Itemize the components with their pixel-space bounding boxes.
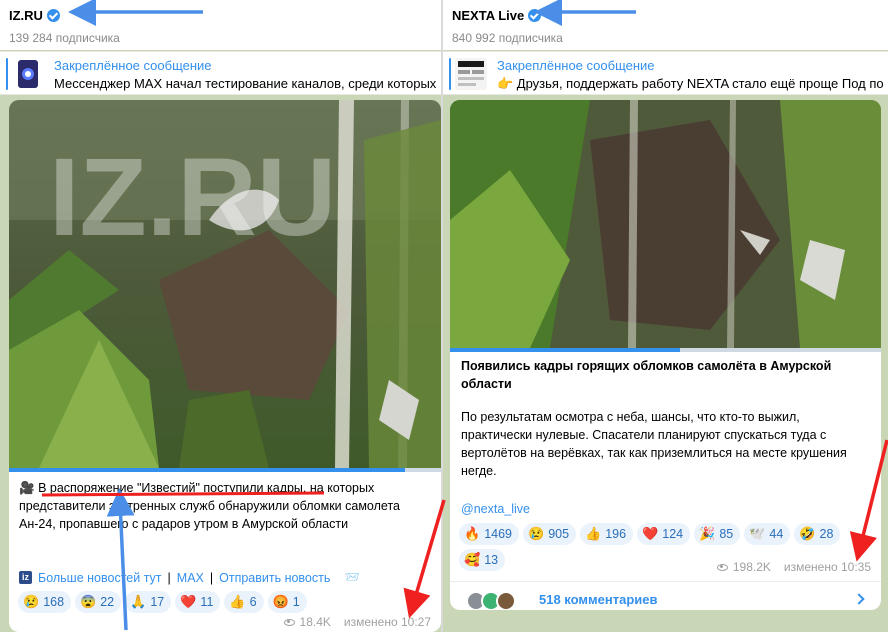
- reaction-angry[interactable]: 😡 1: [267, 591, 307, 613]
- post-links: iz Больше новостей тут | MAX | Отправить…: [19, 570, 360, 585]
- pinned-thumbnail: [12, 58, 44, 90]
- camera-icon: 🎥: [19, 481, 35, 495]
- view-count: 198.2K: [732, 560, 771, 574]
- subscriber-count: 139 284 подписчика: [9, 31, 120, 45]
- commenter-avatars: [466, 591, 516, 610]
- pinned-text: 👉 Друзья, поддержать работу NEXTA стало …: [497, 76, 884, 91]
- pinned-message-bar[interactable]: Закреплённое сообщение Мессенджер MAX на…: [0, 51, 441, 95]
- reaction-rofl[interactable]: 🤣 28: [794, 523, 841, 545]
- reaction-party[interactable]: 🎉 85: [694, 523, 741, 545]
- send-icon: 📨: [344, 570, 360, 584]
- send-news-link[interactable]: Отправить новость: [219, 571, 330, 585]
- channel-post: Появились кадры горящих обломков самолёт…: [450, 100, 881, 610]
- channel-header[interactable]: IZ.RU 139 284 подписчика: [0, 0, 441, 50]
- view-count: 18.4K: [299, 615, 331, 629]
- reaction-sad[interactable]: 😢 905: [523, 523, 577, 545]
- comments-button[interactable]: 518 комментариев: [450, 581, 881, 610]
- reaction-pray[interactable]: 🙏 17: [125, 591, 172, 613]
- avatar: [496, 591, 516, 610]
- verified-icon: [528, 8, 542, 22]
- reaction-heart[interactable]: ❤️ 124: [637, 523, 691, 545]
- post-meta: 198.2K изменено 10:35: [716, 560, 871, 574]
- pinned-message-bar[interactable]: Закреплённое сообщение 👉 Друзья, поддерж…: [443, 51, 888, 95]
- channel-title: IZ.RU: [9, 7, 43, 23]
- chevron-right-icon: [853, 593, 865, 605]
- pinned-thumbnail: [455, 58, 487, 90]
- channel-post: IZ.RU 🎥 В распоряжение "Известий" поступ…: [9, 100, 441, 632]
- iz-logo-icon: iz: [19, 571, 32, 584]
- video-progress-bar[interactable]: [450, 348, 680, 352]
- pinned-indicator: [6, 58, 8, 90]
- video-progress-bar[interactable]: [9, 468, 405, 472]
- video-preview[interactable]: IZ.RU: [9, 100, 441, 468]
- pinned-title: Закреплённое сообщение: [497, 58, 655, 73]
- reactions-bar: 😢 168 😨 22 🙏 17 ❤️ 11 👍 6 😡 1: [18, 591, 318, 613]
- pinned-text: Мессенджер MAX начал тестирование канало…: [54, 76, 437, 91]
- subscriber-count: 840 992 подписчика: [452, 31, 563, 45]
- pinned-indicator: [449, 58, 451, 90]
- reaction-thumbs-up[interactable]: 👍 196: [580, 523, 634, 545]
- more-news-link[interactable]: Больше новостей тут: [38, 571, 162, 585]
- post-meta: 18.4K изменено 10:27: [283, 615, 431, 629]
- views-icon: [283, 618, 295, 626]
- reaction-dove[interactable]: 🕊️ 44: [744, 523, 791, 545]
- right-channel-panel: NEXTA Live 840 992 подписчика Закреплённ…: [443, 0, 888, 632]
- views-icon: [716, 563, 728, 571]
- reaction-heart[interactable]: ❤️ 11: [175, 591, 221, 613]
- watermark-text: IZ.RU: [49, 136, 336, 259]
- edited-time: изменено 10:35: [783, 560, 871, 574]
- reaction-fire[interactable]: 🔥 1469: [459, 523, 519, 545]
- video-preview[interactable]: [450, 100, 881, 348]
- post-headline: Появились кадры горящих обломков самолёт…: [461, 359, 832, 391]
- left-channel-panel: IZ.RU 139 284 подписчика Закреплённое со…: [0, 0, 441, 632]
- channel-handle-link[interactable]: @nexta_live: [461, 500, 530, 518]
- reaction-love[interactable]: 🥰 13: [459, 549, 506, 571]
- post-body: По результатам осмотра с неба, шансы, чт…: [461, 410, 847, 478]
- post-text-highlight: В распоряжение "Известий" поступили кадр…: [38, 481, 303, 495]
- channel-header[interactable]: NEXTA Live 840 992 подписчика: [443, 0, 888, 50]
- comments-count: 518 комментариев: [539, 592, 658, 607]
- post-text: 🎥 В распоряжение "Известий" поступили ка…: [19, 479, 419, 533]
- pinned-title: Закреплённое сообщение: [54, 58, 212, 73]
- reaction-thumbs-up[interactable]: 👍 6: [224, 591, 264, 613]
- reaction-fear[interactable]: 😨 22: [75, 591, 122, 613]
- edited-time: изменено 10:27: [343, 615, 431, 629]
- max-link[interactable]: MAX: [177, 571, 204, 585]
- verified-icon: [46, 8, 60, 22]
- channel-title: NEXTA Live: [452, 7, 525, 23]
- reaction-sad[interactable]: 😢 168: [18, 591, 72, 613]
